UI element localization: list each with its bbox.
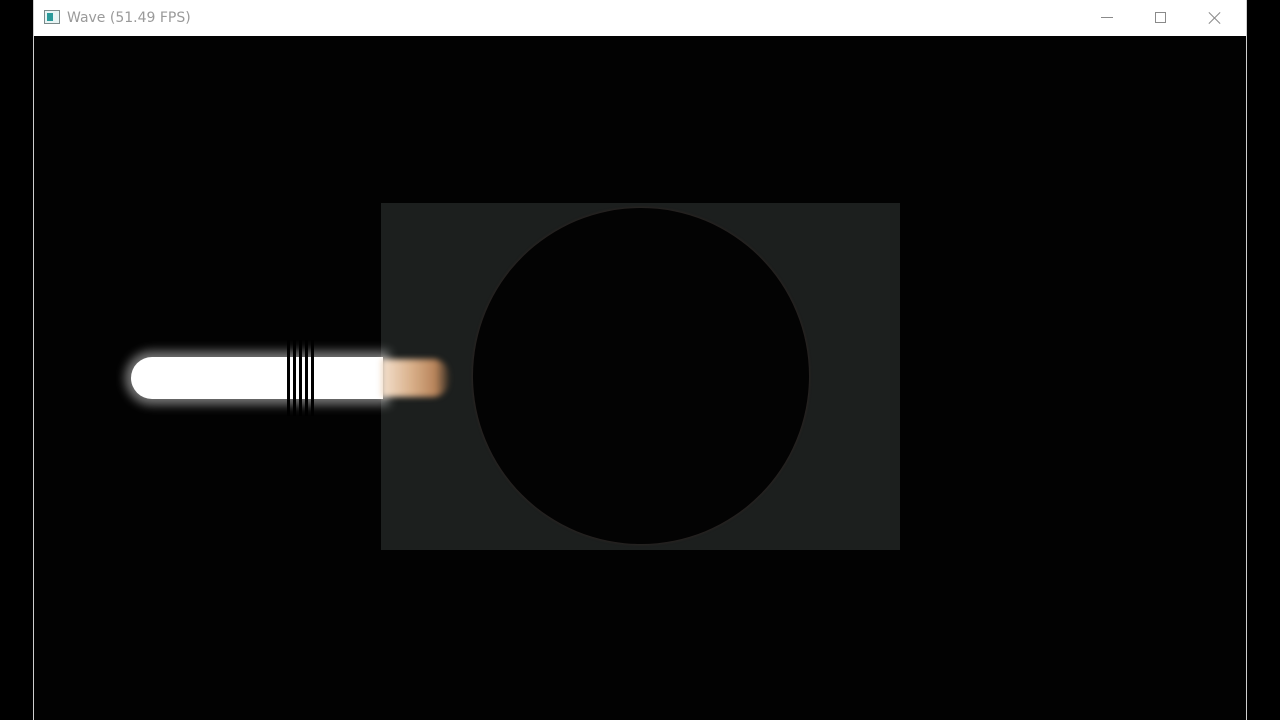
maximize-button[interactable] <box>1134 0 1188 36</box>
close-button[interactable] <box>1188 0 1242 36</box>
fringe-line <box>311 340 314 416</box>
simulation-canvas[interactable] <box>34 36 1246 720</box>
minimize-icon <box>1101 17 1113 18</box>
fringe-line <box>287 340 290 416</box>
window-title: Wave (51.49 FPS) <box>67 10 191 26</box>
app-window: Wave (51.49 FPS) <box>33 0 1247 720</box>
app-window-icon[interactable] <box>44 10 60 24</box>
light-beam <box>131 357 383 399</box>
fringe-line <box>293 340 296 416</box>
close-icon <box>1208 11 1222 25</box>
fringe-line <box>305 340 308 416</box>
interference-fringes <box>285 340 317 416</box>
minimize-button[interactable] <box>1080 0 1134 36</box>
lens-circle <box>473 208 809 544</box>
title-bar[interactable]: Wave (51.49 FPS) <box>34 0 1246 37</box>
app-icon-glyph <box>47 13 53 21</box>
fringe-line <box>299 340 302 416</box>
maximize-icon <box>1155 12 1166 23</box>
light-beam-tail <box>381 359 449 397</box>
